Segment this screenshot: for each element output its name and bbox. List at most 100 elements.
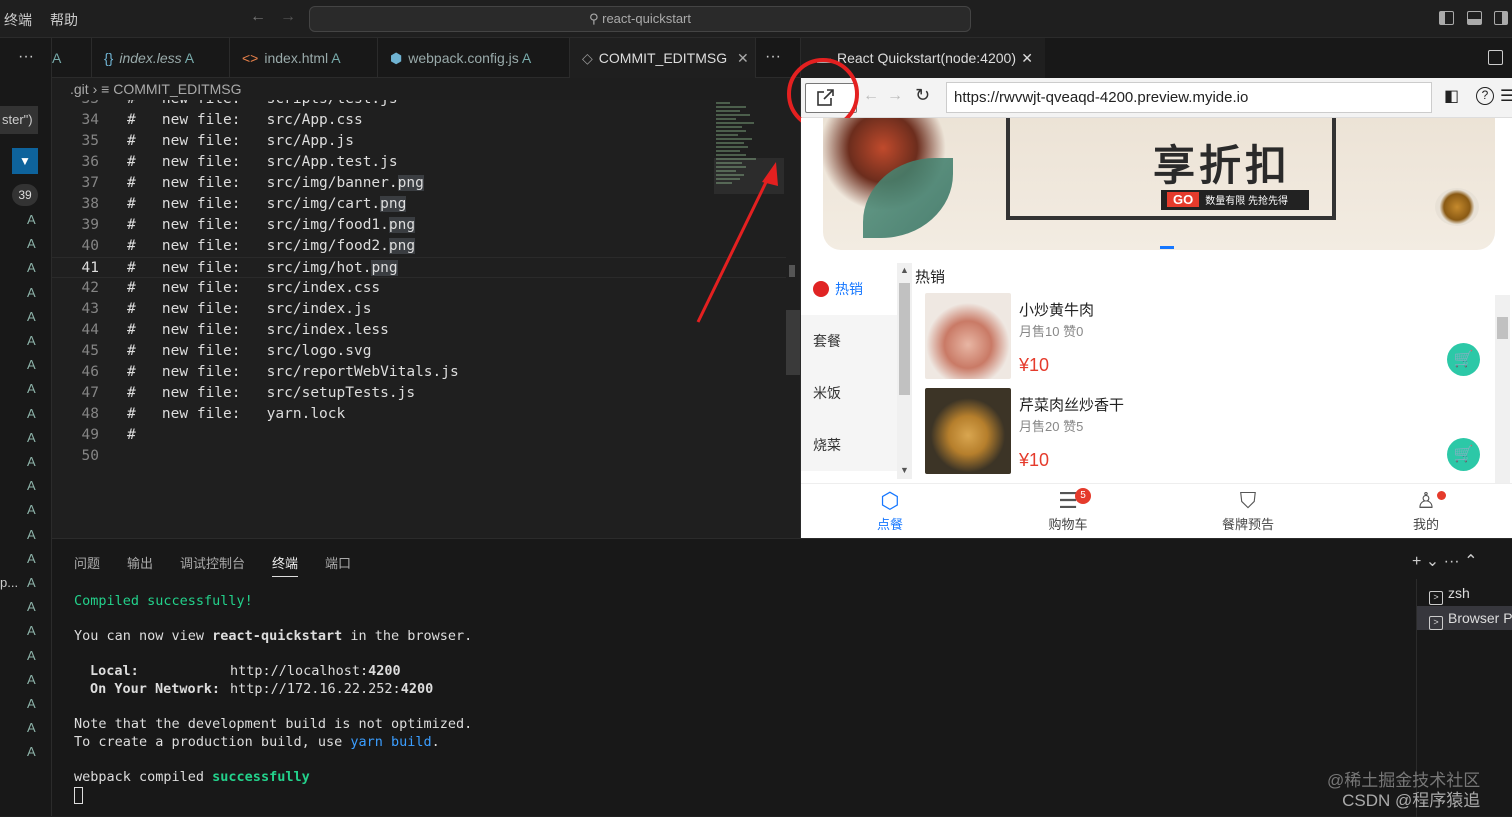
code-line[interactable]: 34 # new file: src/App.css (52, 110, 786, 131)
tab-debug-console[interactable]: 调试控制台 (180, 553, 245, 572)
truncated-label: p... (0, 575, 19, 590)
code-line[interactable]: 46 # new file: src/reportWebVitals.js (52, 362, 786, 383)
close-icon[interactable]: ✕ (1021, 38, 1033, 78)
banner-cta: GO 数量有限 先抢先得 (1161, 190, 1309, 210)
cube-icon: ⬡ (880, 488, 900, 513)
code-line[interactable]: 48 # new file: yarn.lock (52, 404, 786, 425)
code-editor[interactable]: 33 # new file: scripts/test.js 34 # new fil… (52, 100, 786, 538)
forward-arrow-icon[interactable]: → (887, 87, 903, 105)
tab-index-less[interactable]: {} index.less A (92, 38, 230, 78)
devtools-icon[interactable]: ◧ (1444, 86, 1459, 106)
code-line[interactable]: 33 # new file: scripts/test.js (52, 100, 786, 110)
toggle-sidebar-icon[interactable] (1439, 11, 1454, 25)
breadcrumb-folder[interactable]: .git (70, 81, 89, 97)
tab-order[interactable]: ⬡ 点餐 (845, 488, 935, 533)
code-line[interactable]: 50 (52, 446, 786, 467)
tab-partial[interactable]: A (40, 38, 92, 78)
category-hot[interactable]: 热销 (801, 263, 897, 315)
code-line[interactable]: 41 # new file: src/img/hot.png (52, 257, 786, 278)
chevron-down-icon[interactable]: ▼ (12, 148, 38, 174)
code-line[interactable]: 39 # new file: src/img/food1.png (52, 215, 786, 236)
code-line[interactable]: 35 # new file: src/App.js (52, 131, 786, 152)
category-rice[interactable]: 米饭 (801, 367, 897, 419)
code-text: # new file: src/reportWebVitals.js (127, 364, 459, 380)
code-line[interactable]: 37 # new file: src/img/banner.png (52, 173, 786, 194)
dish-list: 热销 小炒黄牛肉 月售10 赞0 ¥10 🛒 芹菜肉丝炒香干 月售20 赞5 ¥… (913, 263, 1493, 483)
code-line[interactable]: 36 # new file: src/App.test.js (52, 152, 786, 173)
code-text: # new file: src/index.js (127, 301, 372, 317)
menu-help[interactable]: 帮助 (50, 10, 78, 30)
toggle-panel-icon[interactable] (1467, 11, 1482, 25)
tab-webpack-config[interactable]: ⬢ webpack.config.js A (378, 38, 570, 78)
line-number: 46 (81, 364, 99, 380)
tab-terminal[interactable]: 终端 (272, 553, 299, 577)
url-input[interactable]: https://rwvwjt-qveaqd-4200.preview.myide… (946, 82, 1432, 113)
terminal-zsh[interactable]: > zsh (1417, 581, 1512, 605)
code-line[interactable]: 43 # new file: src/index.js (52, 299, 786, 320)
terminal-output[interactable]: Compiled successfully! You can now view … (74, 591, 1404, 811)
code-line[interactable]: 49 # (52, 425, 786, 446)
tab-problems[interactable]: 问题 (74, 553, 100, 572)
editor-scrollbar[interactable] (786, 100, 800, 538)
file-status-added: A (27, 550, 36, 566)
terminal-line: Local: (90, 663, 139, 679)
code-line[interactable]: 38 # new file: src/img/cart.png (52, 194, 786, 215)
tab-profile[interactable]: ♙ 我的 (1381, 488, 1471, 533)
code-text: # new file: yarn.lock (127, 406, 346, 422)
add-to-cart-icon[interactable]: 🛒 (1447, 438, 1480, 471)
line-number: 48 (81, 406, 99, 422)
line-number: 39 (81, 217, 99, 233)
code-line[interactable]: 40 # new file: src/img/food2.png (52, 236, 786, 257)
panel-actions[interactable]: + ⌄ ··· ⌃ (1412, 551, 1477, 571)
terminal-browser-preview[interactable]: > Browser P (1417, 606, 1512, 630)
toggle-secondary-sidebar-icon[interactable] (1494, 11, 1508, 25)
command-center-label: react-quickstart (602, 11, 691, 26)
line-number: 36 (81, 154, 99, 170)
file-status-added: A (27, 526, 36, 542)
breadcrumb-file[interactable]: COMMIT_EDITMSG (113, 81, 241, 97)
code-line[interactable]: 45 # new file: src/logo.svg (52, 341, 786, 362)
terminal-icon: > (1429, 616, 1443, 630)
split-editor-icon[interactable] (1488, 50, 1503, 65)
back-arrow-icon[interactable]: ← (863, 87, 879, 105)
category-set-meal[interactable]: 套餐 (801, 315, 897, 367)
tab-cart[interactable]: ☰ 5 购物车 (1023, 488, 1113, 533)
line-number: 38 (81, 196, 99, 212)
line-number: 40 (81, 238, 99, 254)
file-status-added: A (27, 647, 36, 663)
dish-price: ¥10 (1019, 355, 1050, 375)
browser-tab-title: React Quickstart(node:4200) (837, 50, 1016, 66)
carousel-indicator[interactable] (1160, 246, 1174, 249)
code-line[interactable]: 44 # new file: src/index.less (52, 320, 786, 341)
tab-output[interactable]: 输出 (127, 553, 153, 572)
dish-item[interactable]: 芹菜肉丝炒香干 月售20 赞5 ¥10 🛒 (925, 388, 1495, 476)
command-center[interactable]: ⚲ react-quickstart (309, 6, 971, 32)
forward-arrow-icon[interactable]: → (280, 8, 296, 26)
tab-commit-editmsg[interactable]: ◇ COMMIT_EDITMSG ✕ (570, 38, 756, 78)
tab-index-html[interactable]: <> index.html A (230, 38, 378, 78)
dish-item[interactable]: 小炒黄牛肉 月售10 赞0 ¥10 🛒 (925, 293, 1495, 381)
promo-banner[interactable]: 享折扣 GO 数量有限 先抢先得 (823, 118, 1495, 250)
code-line[interactable]: 47 # new file: src/setupTests.js (52, 383, 786, 404)
code-line[interactable]: 42 # new file: src/index.css (52, 278, 786, 299)
close-icon[interactable]: ✕ (737, 50, 749, 66)
category-braised[interactable]: 烧菜 (801, 419, 897, 471)
dish-list-scrollbar[interactable] (1495, 295, 1510, 483)
user-icon: ♙ (1416, 488, 1436, 513)
app-tab-bar: ⬡ 点餐 ☰ 5 购物车 ⛉ 餐牌预告 ♙ 我的 (801, 483, 1512, 538)
category-scrollbar[interactable]: ▲ ▼ (897, 263, 912, 479)
menu-terminal[interactable]: 终端 (4, 10, 32, 30)
help-icon[interactable]: ? (1476, 87, 1494, 105)
code-text: # (127, 427, 136, 443)
back-arrow-icon[interactable]: ← (250, 8, 266, 26)
add-to-cart-icon[interactable]: 🛒 (1447, 343, 1480, 376)
tab-ports[interactable]: 端口 (325, 553, 351, 572)
more-actions-icon[interactable]: ··· (765, 48, 781, 66)
more-icon[interactable]: ☰ (1500, 86, 1512, 106)
section-title: 热销 (915, 269, 946, 286)
editor-tabs: A {} index.less A <> index.html A ⬢ webpack… (52, 38, 800, 78)
minimap[interactable] (714, 102, 784, 197)
reload-icon[interactable]: ↻ (915, 85, 930, 106)
more-actions-icon[interactable]: ··· (18, 48, 34, 66)
tab-menu-preview[interactable]: ⛉ 餐牌预告 (1203, 488, 1293, 533)
